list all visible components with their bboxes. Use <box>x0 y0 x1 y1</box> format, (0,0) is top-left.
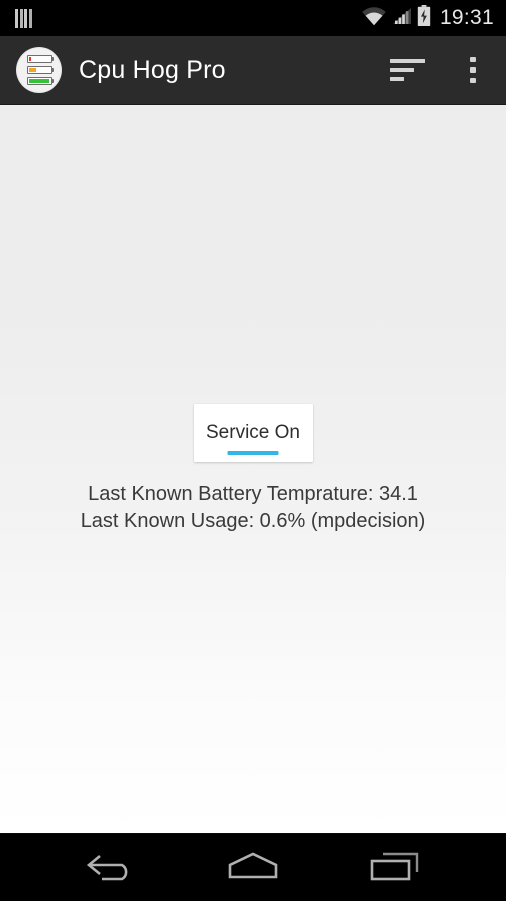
service-status-card[interactable]: Service On <box>193 404 313 462</box>
main-content: Service On Last Known Battery Temprature… <box>0 105 506 833</box>
action-bar: Cpu Hog Pro <box>0 36 506 105</box>
phone-screen: 19:31 Cpu Hog Pro Service On Last Known … <box>0 0 506 900</box>
status-bar-system-icons: 19:31 <box>361 5 494 31</box>
status-bar-clock: 19:31 <box>439 6 494 29</box>
cellular-signal-icon <box>392 6 412 31</box>
navigation-bar <box>0 833 506 900</box>
home-icon <box>225 850 281 884</box>
back-icon <box>84 850 138 884</box>
overflow-menu-icon <box>470 56 476 84</box>
sort-lines-icon <box>389 59 425 81</box>
status-bar-notifications <box>14 8 33 29</box>
cpu-hog-battery-icon <box>16 47 62 93</box>
back-button[interactable] <box>67 834 155 901</box>
last-known-usage-text: Last Known Usage: 0.6% (mpdecision) <box>80 510 426 532</box>
home-button[interactable] <box>209 834 297 901</box>
wifi-icon <box>361 6 387 31</box>
recents-button[interactable] <box>351 834 439 901</box>
page-title: Cpu Hog Pro <box>79 55 226 84</box>
info-text-block: Last Known Battery Temprature: 34.1 Last… <box>81 481 426 535</box>
recent-apps-icon <box>368 850 422 884</box>
battery-temperature-text: Last Known Battery Temprature: 34.1 <box>88 483 418 505</box>
status-bar: 19:31 <box>0 0 506 36</box>
overflow-menu-button[interactable] <box>440 36 506 105</box>
status-panel: Service On Last Known Battery Temprature… <box>0 404 506 535</box>
equalizer-bars-icon <box>14 8 33 29</box>
battery-charging-icon <box>417 5 431 31</box>
sort-button[interactable] <box>374 36 440 105</box>
service-status-label: Service On <box>206 421 300 443</box>
service-status-indicator <box>227 451 279 455</box>
